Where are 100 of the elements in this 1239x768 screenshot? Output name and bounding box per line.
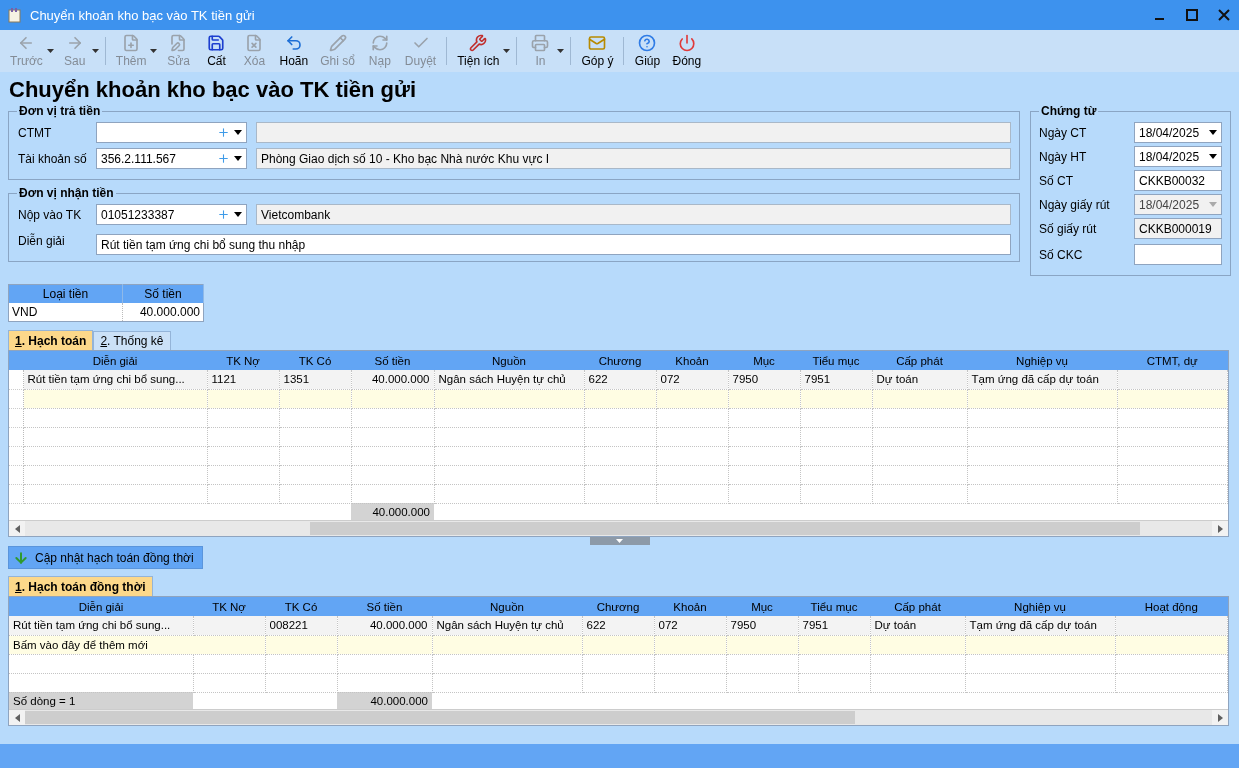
column-header[interactable]: Số tiền [337,597,432,616]
column-header[interactable]: Mục [726,597,798,616]
date-picker[interactable]: 18/04/2025 [1134,122,1222,143]
page-heading: Chuyển khoản kho bạc vào TK tiền gửi [9,76,418,104]
field-label: CTMT [17,125,53,140]
field-label: Tài khoản số [17,151,87,166]
toolbar-button[interactable]: Tiện ích [451,32,506,70]
column-header[interactable]: Số tiền [351,351,434,370]
toolbar-button[interactable]: Hoãn [273,32,315,70]
close-icon[interactable] [1217,8,1231,22]
edit-document-icon [169,34,188,52]
scroll-right-icon[interactable] [1217,524,1223,533]
column-header[interactable]: TK Nợ [193,597,265,616]
dropdown-caret-icon[interactable] [234,212,242,217]
column-header[interactable]: Tiểu mục [800,351,872,370]
table-cell: 622 [582,616,654,635]
text-field[interactable]: CKKB00032 [1134,170,1222,191]
column-header[interactable]: Chương [584,351,656,370]
table-cell: 008221 [265,616,337,635]
column-header[interactable]: Diễn giải [9,597,193,616]
table-cell: 072 [654,616,726,635]
group-title: Chứng từ [1040,104,1098,118]
scroll-right-icon[interactable] [1217,713,1223,722]
maximize-icon[interactable] [1185,8,1199,22]
toolbar-button[interactable]: Đóng [666,32,708,70]
table-cell: 7950 [728,370,800,389]
column-header[interactable]: Cấp phát [872,351,967,370]
plus-icon[interactable] [217,208,230,221]
column-header[interactable]: Nghiệp vụ [965,597,1115,616]
tab[interactable]: 2. Thống kê [93,331,171,350]
column-header[interactable]: Khoản [656,351,728,370]
field-label: Số CKC [1039,247,1084,262]
column-header[interactable]: Số tiền [122,284,204,303]
table-cell: Rút tiền tạm ứng chi bổ sung... [23,370,207,389]
field-label: Ngày giấy rút [1039,197,1111,212]
tab[interactable]: 1. Hạch toán [8,330,94,350]
table-cell: 622 [584,370,656,389]
dropdown-caret-icon[interactable] [1209,130,1217,135]
printer-icon [531,34,550,52]
column-header[interactable]: Nghiệp vụ [967,351,1117,370]
detail-field: Phòng Giao dịch số 10 - Kho bạc Nhà nước Khu vực I [256,148,1011,169]
date-picker[interactable]: 18/04/2025 [1134,146,1222,167]
dropdown-caret-icon[interactable] [503,49,511,53]
table-cell: Dự toán [870,616,965,635]
plus-icon[interactable] [217,126,230,139]
group-title: Đơn vị nhận tiền [18,186,115,200]
dropdown-caret-icon[interactable] [234,156,242,161]
refresh-icon [370,34,389,52]
undo-icon [284,34,303,52]
table-cell: Ngân sách Huyện tự chủ [432,616,582,635]
description-field[interactable]: Rút tiền tạm ứng chi bổ sung thu nhập [96,234,1011,255]
toolbar-button[interactable]: Cất [197,32,236,70]
toolbar-button[interactable]: Giúp [628,32,667,70]
column-header[interactable]: TK Có [279,351,351,370]
column-header[interactable]: Hoạt động [1115,597,1228,616]
scroll-left-icon[interactable] [14,713,20,722]
column-header[interactable]: Loại tiền [8,284,123,303]
splitter-handle[interactable] [589,537,650,545]
total-cell: 40.000.000 [337,692,432,709]
column-header[interactable]: Nguồn [432,597,582,616]
dropdown-caret-icon[interactable] [1209,154,1217,159]
column-header[interactable]: Tiểu mục [798,597,870,616]
lookup-combo[interactable]: 01051233387 [96,204,247,225]
pencil-icon [328,34,347,52]
column-header[interactable]: Mục [728,351,800,370]
column-header[interactable]: Diễn giải [23,351,207,370]
table-cell: 7951 [800,370,872,389]
plus-icon[interactable] [217,152,230,165]
table-cell: 7950 [726,616,798,635]
field-label: Ngày HT [1039,149,1088,164]
column-header[interactable]: Nguồn [434,351,584,370]
table-cell: Tạm ứng đã cấp dự toán [967,370,1117,389]
update-button[interactable]: Cập nhật hạch toán đồng thời [8,546,203,569]
dropdown-caret-icon[interactable] [234,130,242,135]
text-field[interactable] [1134,244,1222,265]
column-header[interactable]: Chương [582,597,654,616]
column-header[interactable]: Khoản [654,597,726,616]
table-cell: 40.000.000 [351,370,434,389]
help-icon [638,34,657,52]
new-document-icon [122,34,141,52]
horizontal-scrollbar[interactable] [9,709,1228,725]
table-cell: Rút tiền tạm ứng chi bổ sung... [9,616,193,635]
total-cell: 40.000.000 [351,503,434,520]
horizontal-scrollbar[interactable] [9,520,1228,536]
delete-document-icon [245,34,264,52]
column-header[interactable]: Cấp phát [870,597,965,616]
envelope-icon [588,34,607,52]
column-header[interactable]: CTMT, dự [1117,351,1228,370]
lookup-combo[interactable]: 356.2.111.567 [96,148,247,169]
toolbar-button[interactable]: Góp ý [575,32,620,70]
window-title: Chuyển khoản kho bạc vào TK tiền gửi [30,7,256,23]
table-cell: VND [8,302,123,322]
table-cell: Ngân sách Huyện tự chủ [434,370,584,389]
field-label: Ngày CT [1039,125,1088,140]
column-header[interactable]: TK Có [265,597,337,616]
scroll-left-icon[interactable] [14,524,20,533]
column-header[interactable]: TK Nợ [207,351,279,370]
field-label: Diễn giải [17,233,66,248]
table-cell: Tạm ứng đã cấp dự toán [965,616,1115,635]
tab[interactable]: 1. Hạch toán đồng thời [8,576,153,596]
